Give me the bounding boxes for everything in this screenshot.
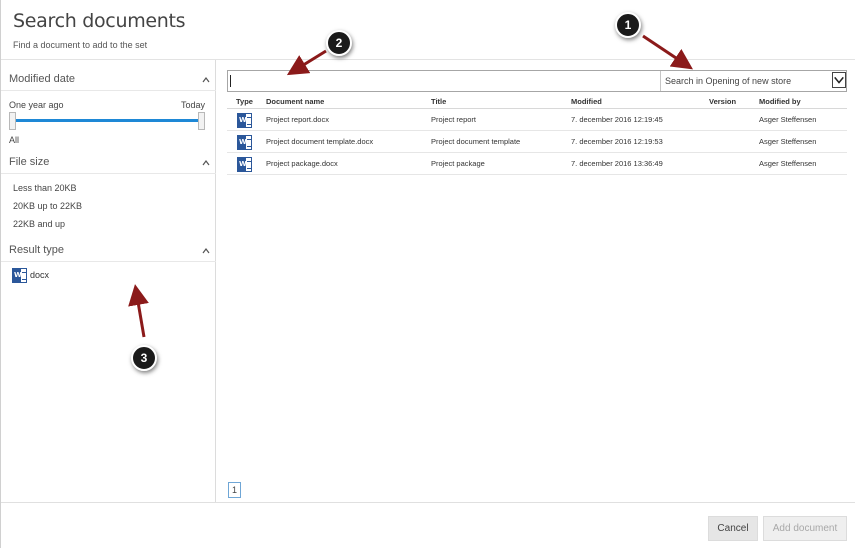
file-size-option-small[interactable]: Less than 20KB [13,183,77,193]
column-header-modified-by[interactable]: Modified by [759,97,801,106]
search-scope-label: Search in Opening of new store [665,76,792,86]
date-range-slider-track[interactable] [13,119,199,122]
chevron-up-icon[interactable] [202,247,210,255]
dialog-title: Search documents [13,10,186,32]
results-panel: Search in Opening of new store Type Docu… [217,60,855,502]
cancel-button[interactable]: Cancel [708,516,758,541]
chevron-up-icon[interactable] [202,159,210,167]
word-document-icon: W [237,113,252,128]
document-name: Project document template.docx [266,137,374,146]
results-table: Type Document name Title Modified Versio… [227,95,847,175]
annotation-marker-2: 2 [326,30,352,56]
search-scope-dropdown[interactable]: Search in Opening of new store [660,71,847,91]
date-range-all-label: All [9,135,20,145]
text-cursor [230,75,231,87]
result-type-title: Result type [9,244,65,256]
search-bar: Search in Opening of new store [227,70,847,92]
document-name: Project package.docx [266,159,338,168]
column-header-version[interactable]: Version [709,97,736,106]
file-size-option-medium[interactable]: 20KB up to 22KB [13,201,82,211]
document-title: Project package [431,159,485,168]
word-document-icon: W [237,157,252,172]
document-name: Project report.docx [266,115,329,124]
page-1-button[interactable]: 1 [228,482,241,498]
table-row[interactable]: W Project package.docx Project package 7… [227,153,847,175]
modified-date-section-header[interactable]: Modified date [1,73,216,91]
filter-sidebar: Modified date One year ago Today All Fil… [1,60,216,502]
result-type-label: docx [30,270,50,280]
date-range-start-label: One year ago [9,100,64,110]
annotation-marker-3: 3 [131,345,157,371]
word-document-icon: W [237,135,252,150]
search-input[interactable] [228,71,660,91]
annotation-marker-1: 1 [615,12,641,38]
date-range-end-label: Today [180,100,205,110]
search-documents-dialog: Search documents Find a document to add … [0,0,855,548]
column-header-modified[interactable]: Modified [571,97,602,106]
document-modified-by: Asger Steffensen [759,159,817,168]
add-document-button[interactable]: Add document [763,516,847,541]
word-document-icon: W [12,267,27,283]
dialog-header: Search documents Find a document to add … [1,0,855,60]
document-modified-by: Asger Steffensen [759,137,817,146]
document-title: Project document template [431,137,521,146]
column-header-document-name[interactable]: Document name [266,97,324,106]
chevron-down-icon [834,76,844,84]
column-header-type[interactable]: Type [236,97,253,106]
date-range-end-handle[interactable] [198,112,205,130]
document-modified: 7. december 2016 13:36:49 [571,159,663,168]
chevron-up-icon[interactable] [202,76,210,84]
document-modified-by: Asger Steffensen [759,115,817,124]
dialog-subtitle: Find a document to add to the set [13,40,148,50]
file-size-title: File size [9,156,50,168]
document-modified: 7. december 2016 12:19:45 [571,115,663,124]
date-range-start-handle[interactable] [9,112,16,130]
table-header: Type Document name Title Modified Versio… [227,95,847,109]
result-type-option-docx[interactable]: W docx [12,267,49,283]
document-title: Project report [431,115,477,124]
column-header-title[interactable]: Title [431,97,446,106]
table-row[interactable]: W Project report.docx Project report 7. … [227,109,847,131]
table-row[interactable]: W Project document template.docx Project… [227,131,847,153]
modified-date-title: Modified date [9,73,76,85]
result-type-section-header[interactable]: Result type [1,244,216,262]
dropdown-button[interactable] [832,72,846,88]
dialog-footer: Cancel Add document [1,502,855,548]
file-size-section-header[interactable]: File size [1,156,216,174]
file-size-option-large[interactable]: 22KB and up [13,219,65,229]
document-modified: 7. december 2016 12:19:53 [571,137,663,146]
